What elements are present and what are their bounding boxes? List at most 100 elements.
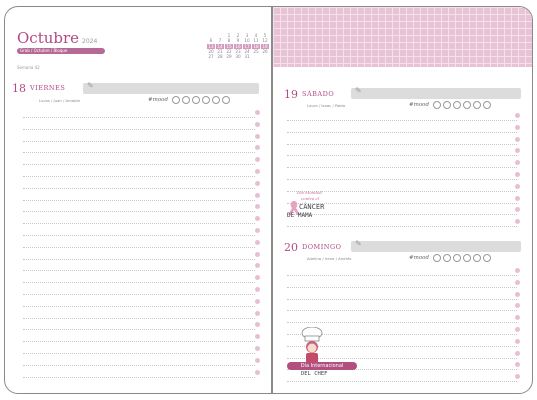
line-dot-icon: [515, 219, 520, 225]
writing-line[interactable]: [23, 152, 255, 154]
writing-line[interactable]: [23, 235, 255, 236]
mood-face-icon[interactable]: [452, 254, 461, 262]
mood-face-icon[interactable]: [462, 254, 471, 262]
pencil-icon: ✎: [355, 239, 362, 248]
day-number: 19: [284, 87, 298, 101]
chef-day-text: DEL CHEF: [301, 371, 328, 377]
writing-line[interactable]: [287, 286, 517, 288]
line-dot-icon: [255, 157, 260, 163]
grid-header-pattern: [273, 7, 532, 67]
mood-face-icon[interactable]: [442, 101, 451, 109]
writing-line[interactable]: [23, 140, 255, 142]
writing-line[interactable]: [23, 294, 255, 295]
mood-face-icon[interactable]: [482, 254, 491, 262]
writing-line[interactable]: [287, 143, 517, 145]
mood-face-icon[interactable]: [432, 101, 441, 109]
writing-line[interactable]: [23, 364, 255, 366]
day-title-bar[interactable]: [83, 83, 259, 94]
writing-line[interactable]: [287, 155, 517, 157]
mood-face-icon[interactable]: [472, 254, 481, 262]
calendar-day: 30: [235, 54, 241, 60]
line-dot-icon: [255, 204, 260, 210]
writing-line[interactable]: [23, 353, 255, 354]
day-header-saturday: 19 SÁBADO: [283, 85, 334, 103]
writing-line[interactable]: [23, 164, 255, 166]
writing-line[interactable]: [287, 179, 517, 180]
line-dot-icon: [255, 357, 260, 363]
left-planner-page: Octubre 2024 Grab / Octubre / Bloque Sema…: [4, 6, 272, 394]
writing-line[interactable]: [287, 120, 517, 121]
writing-line[interactable]: [287, 322, 517, 324]
mood-label: #mood: [148, 97, 168, 103]
mood-face-icon[interactable]: [432, 254, 441, 262]
day-title-bar[interactable]: [351, 88, 521, 99]
saints-names: Adelina / Irene / Andrés: [307, 256, 352, 261]
writing-line[interactable]: [23, 128, 255, 130]
writing-line[interactable]: [23, 246, 255, 248]
writing-line[interactable]: [23, 117, 255, 118]
line-dot-icon: [515, 183, 520, 189]
line-dot-icon: [255, 287, 260, 292]
line-dot-icon: [255, 251, 260, 257]
mood-face-icon[interactable]: [462, 101, 471, 109]
line-dot-icon: [255, 192, 260, 198]
writing-line[interactable]: [23, 187, 255, 189]
writing-line[interactable]: [23, 305, 255, 307]
month-name: Octubre: [17, 29, 80, 47]
writing-line[interactable]: [287, 167, 517, 169]
line-dot-icon: [255, 169, 260, 174]
writing-line[interactable]: [23, 317, 255, 319]
writing-line[interactable]: [23, 258, 255, 260]
line-dot-icon: [515, 315, 520, 321]
writing-line[interactable]: [287, 310, 517, 312]
writing-line[interactable]: [287, 131, 517, 133]
line-dot-icon: [515, 338, 520, 344]
writing-line[interactable]: [287, 275, 517, 276]
calendar-day: 31: [244, 54, 250, 60]
line-dot-icon: [255, 228, 260, 233]
calendar-day: [252, 54, 260, 59]
writing-line[interactable]: [287, 298, 517, 300]
mood-face-icon[interactable]: [472, 101, 481, 109]
mood-face-icon[interactable]: [452, 101, 461, 109]
mood-face-icon[interactable]: [171, 96, 180, 104]
writing-line[interactable]: [23, 176, 255, 177]
line-dot-icon: [515, 148, 520, 154]
day-name: DOMINGO: [302, 243, 342, 251]
line-dot-icon: [515, 113, 520, 118]
writing-line[interactable]: [23, 282, 255, 284]
calendar-day: 28: [217, 54, 223, 60]
line-dot-icon: [255, 298, 260, 304]
mood-face-icon[interactable]: [442, 254, 451, 262]
day-title-bar[interactable]: [351, 241, 521, 252]
line-dot-icon: [255, 239, 260, 245]
writing-line[interactable]: [23, 329, 255, 331]
writing-line[interactable]: [23, 376, 255, 378]
writing-line[interactable]: [23, 211, 255, 213]
day-number: 18: [12, 81, 26, 95]
mood-face-icon[interactable]: [211, 96, 220, 104]
day-number: 20: [284, 240, 298, 254]
writing-line[interactable]: [23, 341, 255, 343]
mood-face-icon[interactable]: [482, 101, 491, 109]
chef-day-banner: Día Internacional: [287, 362, 357, 370]
breast-cancer-day-sticker: Día Mundial contra el CÁNCER DE MAMA: [287, 190, 333, 228]
day-name: SÁBADO: [302, 90, 335, 98]
saints-names: Lucas / Juan / Amable: [39, 98, 80, 103]
writing-line[interactable]: [23, 223, 255, 225]
mood-label: #mood: [409, 102, 429, 108]
writing-line[interactable]: [23, 199, 255, 201]
sticker-line: contra el: [301, 196, 320, 201]
line-dot-icon: [515, 172, 520, 177]
mood-face-icon[interactable]: [191, 96, 200, 104]
writing-line[interactable]: [23, 270, 255, 272]
day-header-friday: 18 VIERNES: [11, 79, 65, 97]
mood-face-icon[interactable]: [201, 96, 210, 104]
saints-names: Laura / Isaac / Pablo: [307, 103, 346, 108]
month-title: Octubre 2024: [17, 29, 97, 47]
mood-face-icon[interactable]: [221, 96, 230, 104]
writing-line[interactable]: [287, 381, 517, 383]
mood-face-icon[interactable]: [181, 96, 190, 104]
line-dot-icon: [515, 279, 520, 285]
line-dot-icon: [255, 334, 260, 340]
